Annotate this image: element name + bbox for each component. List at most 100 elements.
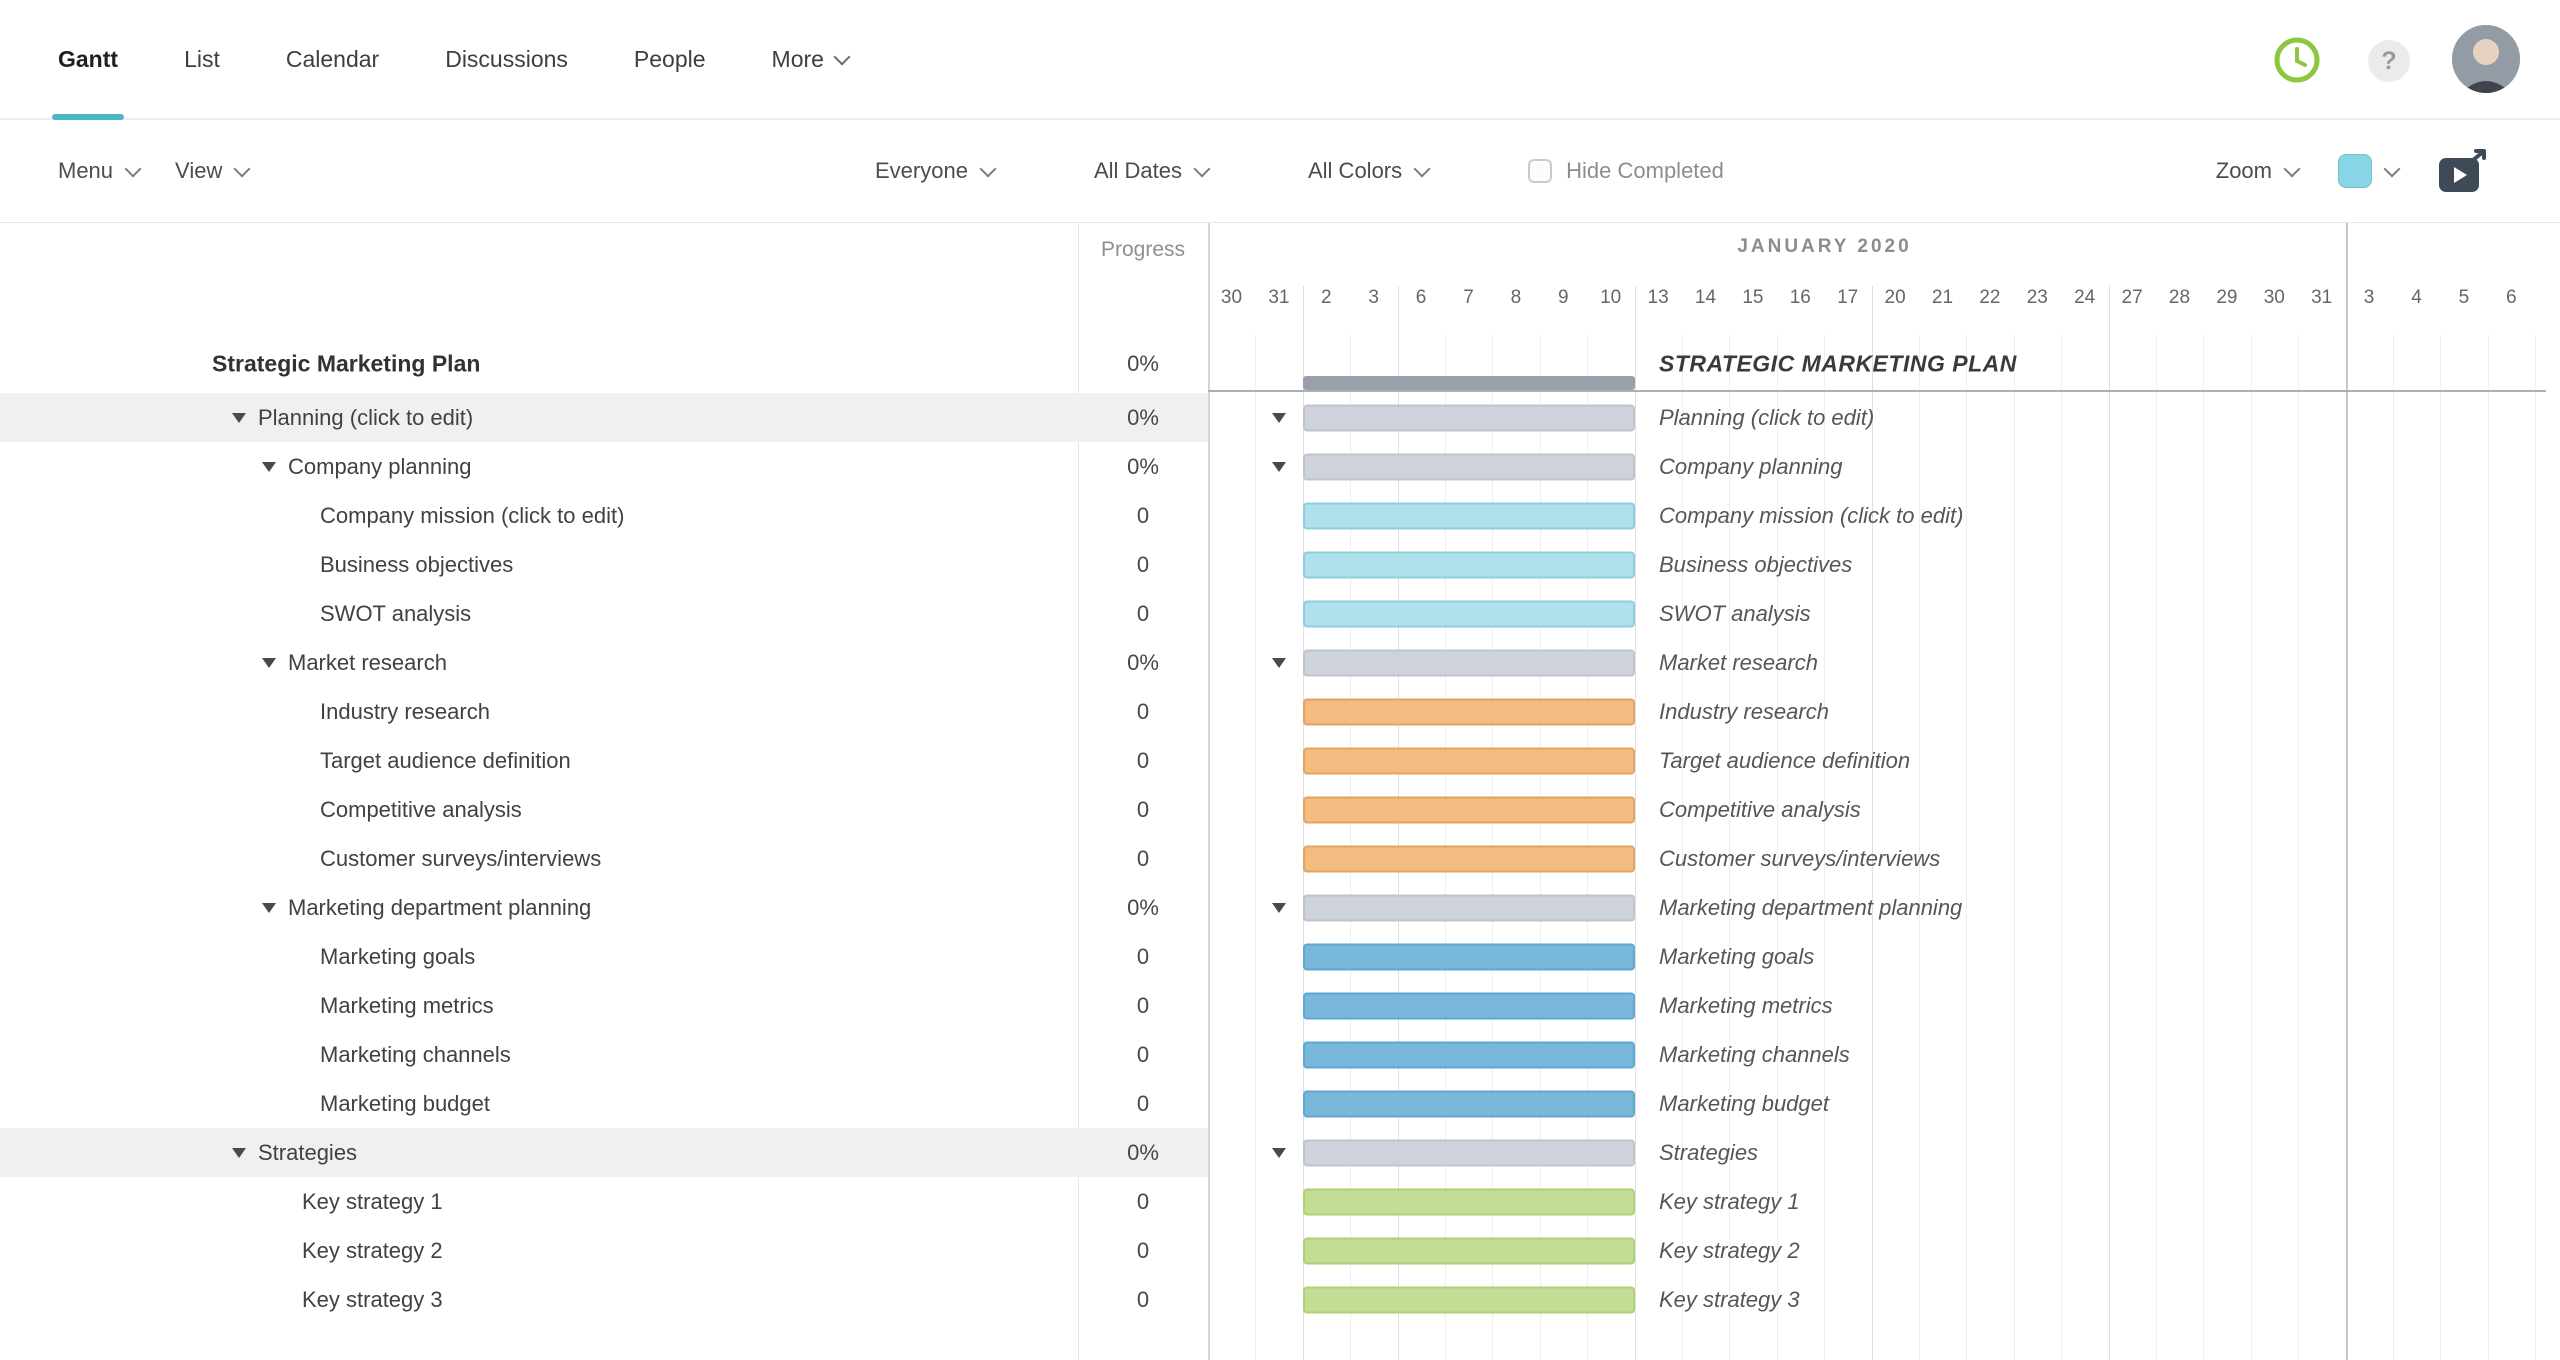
gantt-bar[interactable] [1302, 551, 1635, 578]
tab-discussions[interactable]: Discussions [445, 0, 568, 118]
progress-value[interactable]: 0 [1078, 601, 1208, 627]
chart-collapse-caret[interactable] [1272, 657, 1286, 668]
task-name[interactable]: Market research [288, 650, 447, 676]
progress-value[interactable]: 0 [1078, 1091, 1208, 1117]
progress-value[interactable]: 0% [1078, 1140, 1208, 1166]
collapse-caret[interactable] [232, 412, 246, 423]
project-name[interactable]: Strategic Marketing Plan [212, 351, 480, 378]
gantt-bar[interactable] [1302, 894, 1635, 921]
gantt-bar[interactable] [1302, 747, 1635, 774]
row-shade [0, 393, 1208, 442]
task-name[interactable]: Key strategy 2 [302, 1238, 443, 1264]
task-name[interactable]: Business objectives [320, 552, 513, 578]
zoom-dropdown[interactable]: Zoom [2216, 158, 2301, 184]
collapse-caret[interactable] [232, 1147, 246, 1158]
task-name[interactable]: Key strategy 3 [302, 1287, 443, 1313]
gantt-bar[interactable] [1302, 453, 1635, 480]
progress-value[interactable]: 0 [1078, 1238, 1208, 1264]
task-name[interactable]: Company mission (click to edit) [320, 503, 624, 529]
gantt-bar[interactable] [1302, 698, 1635, 725]
day-label: 13 [1647, 287, 1669, 308]
collapse-caret[interactable] [262, 657, 276, 668]
progress-value[interactable]: 0 [1078, 699, 1208, 725]
progress-value[interactable]: 0 [1078, 503, 1208, 529]
project-summary-bar[interactable] [1302, 376, 1635, 390]
progress-value[interactable]: 0% [1078, 405, 1208, 431]
progress-value[interactable]: 0% [1078, 454, 1208, 480]
hide-completed-checkbox[interactable] [1528, 159, 1553, 183]
progress-value[interactable]: 0 [1078, 748, 1208, 774]
task-name[interactable]: Marketing metrics [320, 993, 494, 1019]
gantt-bar[interactable] [1302, 1041, 1635, 1068]
day-label: 28 [2168, 287, 2191, 308]
task-name[interactable]: SWOT analysis [320, 601, 471, 627]
gantt-bar[interactable] [1302, 404, 1635, 431]
progress-value[interactable]: 0 [1078, 1189, 1208, 1215]
gantt-bar[interactable] [1302, 502, 1635, 529]
dates-filter-dropdown[interactable]: All Dates [1094, 158, 1211, 184]
progress-value[interactable]: 0% [1078, 895, 1208, 921]
progress-value[interactable]: 0 [1078, 846, 1208, 872]
gantt-bar[interactable] [1302, 1237, 1635, 1264]
task-name[interactable]: Customer surveys/interviews [320, 846, 601, 872]
task-name[interactable]: Marketing department planning [288, 895, 591, 921]
user-avatar[interactable] [2452, 25, 2520, 93]
hide-completed-toggle[interactable]: Hide Completed [1528, 158, 1724, 184]
gantt-bar[interactable] [1302, 992, 1635, 1019]
task-name[interactable]: Planning (click to edit) [258, 405, 473, 431]
task-name[interactable]: Target audience definition [320, 748, 571, 774]
collapse-caret[interactable] [262, 902, 276, 913]
progress-value[interactable]: 0 [1078, 797, 1208, 823]
video-tutorial-button[interactable] [2438, 149, 2488, 193]
task-name[interactable]: Strategies [258, 1140, 357, 1166]
task-row: Key strategy 2 0 Key strategy 2 [0, 1226, 2560, 1275]
tab-label: List [184, 45, 220, 72]
gantt-bar[interactable] [1302, 1286, 1635, 1313]
task-name[interactable]: Industry research [320, 699, 490, 725]
progress-value[interactable]: 0 [1078, 1042, 1208, 1068]
gantt-bar[interactable] [1302, 845, 1635, 872]
tab-list[interactable]: List [184, 0, 220, 118]
progress-value[interactable]: 0% [1078, 650, 1208, 676]
progress-value[interactable]: 0 [1078, 944, 1208, 970]
project-progress-value[interactable]: 0% [1078, 351, 1208, 377]
tab-people[interactable]: People [634, 0, 706, 118]
gantt-bar[interactable] [1302, 796, 1635, 823]
task-row: Customer surveys/interviews 0 Customer s… [0, 834, 2560, 883]
menu-dropdown[interactable]: Menu [58, 158, 142, 184]
people-filter-dropdown[interactable]: Everyone [875, 158, 997, 184]
bar-label: Market research [1659, 649, 1818, 675]
task-row: Company planning 0% Company planning [0, 442, 2560, 491]
progress-value[interactable]: 0 [1078, 993, 1208, 1019]
gantt-bar[interactable] [1302, 1139, 1635, 1166]
bar-label: Strategies [1659, 1139, 1759, 1165]
task-name[interactable]: Marketing budget [320, 1091, 490, 1117]
task-name[interactable]: Company planning [288, 454, 471, 480]
gantt-bar[interactable] [1302, 600, 1635, 627]
color-theme-dropdown[interactable] [2338, 154, 2401, 188]
chart-collapse-caret[interactable] [1272, 461, 1286, 472]
progress-value[interactable]: 0 [1078, 552, 1208, 578]
view-dropdown[interactable]: View [175, 158, 251, 184]
tab-gantt[interactable]: Gantt [51, 0, 125, 120]
chart-collapse-caret[interactable] [1272, 902, 1286, 913]
gantt-bar[interactable] [1302, 1090, 1635, 1117]
help-button[interactable]: ? [2368, 40, 2410, 82]
task-name[interactable]: Marketing channels [320, 1042, 511, 1068]
chart-collapse-caret[interactable] [1272, 412, 1286, 423]
chart-collapse-caret[interactable] [1272, 1147, 1286, 1158]
task-name[interactable]: Key strategy 1 [302, 1189, 443, 1215]
task-name[interactable]: Marketing goals [320, 944, 475, 970]
collapse-caret[interactable] [262, 461, 276, 472]
progress-value[interactable]: 0 [1078, 1287, 1208, 1313]
colors-filter-dropdown[interactable]: All Colors [1308, 158, 1431, 184]
tab-more[interactable]: More [772, 0, 851, 118]
gantt-bar[interactable] [1302, 1188, 1635, 1215]
task-name[interactable]: Competitive analysis [320, 797, 522, 823]
tab-calendar[interactable]: Calendar [286, 0, 379, 118]
day-label: 20 [1884, 287, 1906, 308]
gantt-bar[interactable] [1302, 943, 1635, 970]
gantt-bar[interactable] [1302, 649, 1635, 676]
time-tracking-button[interactable] [2272, 35, 2322, 85]
task-row: Business objectives 0 Business objective… [0, 540, 2560, 589]
